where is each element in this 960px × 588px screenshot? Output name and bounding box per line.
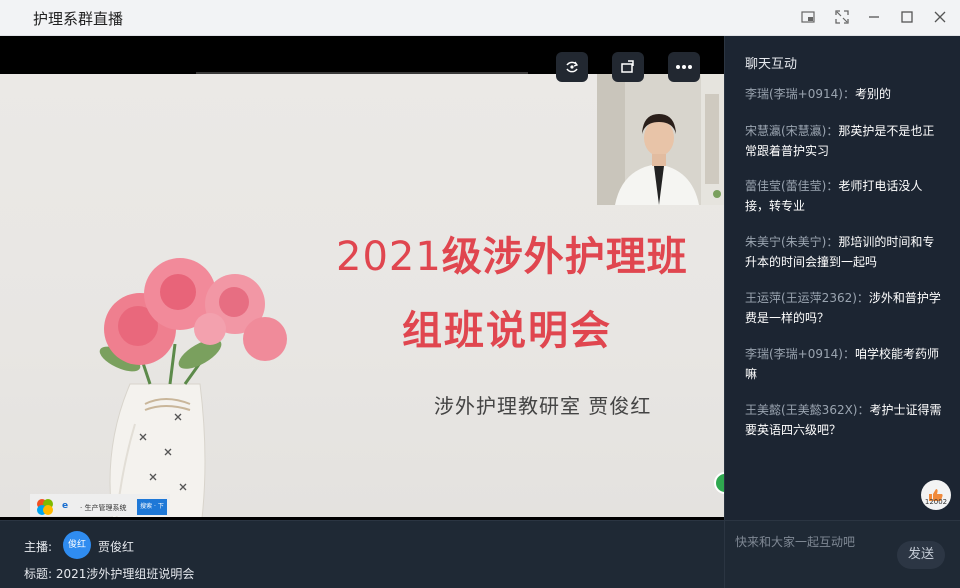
live-stream-window: 护理系群直播 2021级涉外护理班 组班说明会 涉外护理教研室 贾俊红 e · … xyxy=(0,0,960,588)
browser-icon: e xyxy=(62,501,69,511)
chat-message: 宋慧瀛(宋慧瀛)：那英护是不是也正常跟着普护实习 xyxy=(745,121,945,161)
stream-info-bar: 主播: 俊红 贾俊红 标题: 2021涉外护理组班说明会 xyxy=(0,520,724,588)
flower-bouquet-image xyxy=(99,258,287,517)
presenter-video xyxy=(597,74,724,205)
chat-username: 李瑞(李瑞+0914)： xyxy=(745,347,855,361)
camera-preview[interactable] xyxy=(597,74,724,205)
chat-panel: 聊天互动 李瑞(李瑞+0914)：考别的 宋慧瀛(宋慧瀛)：那英护是不是也正常跟… xyxy=(724,36,960,520)
taskbar-text: · 生产管理系统 xyxy=(80,504,127,512)
slide-author: 涉外护理教研室 贾俊红 xyxy=(434,394,652,418)
more-icon[interactable] xyxy=(668,52,700,82)
close-icon[interactable] xyxy=(928,6,952,28)
like-count: 12002 xyxy=(924,498,948,506)
rotate-icon[interactable] xyxy=(556,52,588,82)
chat-username: 李瑞(李瑞+0914)： xyxy=(745,87,855,101)
host-name: 贾俊红 xyxy=(98,540,135,554)
chat-message: 李瑞(李瑞+0914)：咱学校能考药师嘛 xyxy=(745,344,945,384)
title-bar: 护理系群直播 xyxy=(0,0,960,36)
slide-title-rest: 级涉外护理班 xyxy=(441,234,688,280)
host-label: 主播: xyxy=(24,540,53,554)
maximize-icon[interactable] xyxy=(895,6,919,28)
slide-title-year: 2021 xyxy=(336,234,442,280)
stream-topic: 标题: 2021涉外护理组班说明会 xyxy=(24,567,195,581)
slide-title-line2: 组班说明会 xyxy=(402,308,612,354)
screen-icon[interactable] xyxy=(612,52,644,82)
chat-message: 朱美宁(朱美宁)：那培训的时间和专升本的时间会撞到一起吗 xyxy=(745,232,945,272)
chat-username: 蕾佳莹(蕾佳莹)： xyxy=(745,179,839,193)
chat-input-area: 发送 xyxy=(724,520,960,588)
avatar[interactable]: 俊红 xyxy=(63,531,91,559)
fullscreen-icon[interactable] xyxy=(830,6,854,28)
chat-message: 王美懿(王美懿362X)：考护士证得需要英语四六级吧？ xyxy=(745,400,945,440)
chat-username: 朱美宁(朱美宁)： xyxy=(745,235,839,249)
video-player[interactable]: 2021级涉外护理班 组班说明会 涉外护理教研室 贾俊红 e · 生产管理系统 … xyxy=(0,36,724,520)
slide-title-line1: 2021级涉外护理班 xyxy=(336,224,688,282)
chat-input[interactable] xyxy=(735,531,895,553)
app-logo-icon xyxy=(37,499,53,515)
taskbar-button: 搜索 · 下 xyxy=(137,499,167,515)
chat-username: 宋慧瀛(宋慧瀛)： xyxy=(745,124,839,138)
chat-username: 王美懿(王美懿362X)： xyxy=(745,403,870,417)
send-button[interactable]: 发送 xyxy=(897,541,945,569)
minimize-icon[interactable] xyxy=(862,6,886,28)
chat-message: 王运萍(王运萍2362)：涉外和普护学费是一样的吗？ xyxy=(745,288,945,328)
chat-message: 蕾佳莹(蕾佳莹)：老师打电话没人接，转专业 xyxy=(745,176,945,216)
chat-username: 王运萍(王运萍2362)： xyxy=(745,291,869,305)
chat-title: 聊天互动 xyxy=(745,57,798,72)
window-title: 护理系群直播 xyxy=(33,10,124,28)
chat-text: 考别的 xyxy=(854,87,891,101)
popout-icon[interactable] xyxy=(796,6,820,28)
chat-message: 李瑞(李瑞+0914)：考别的 xyxy=(745,84,945,104)
